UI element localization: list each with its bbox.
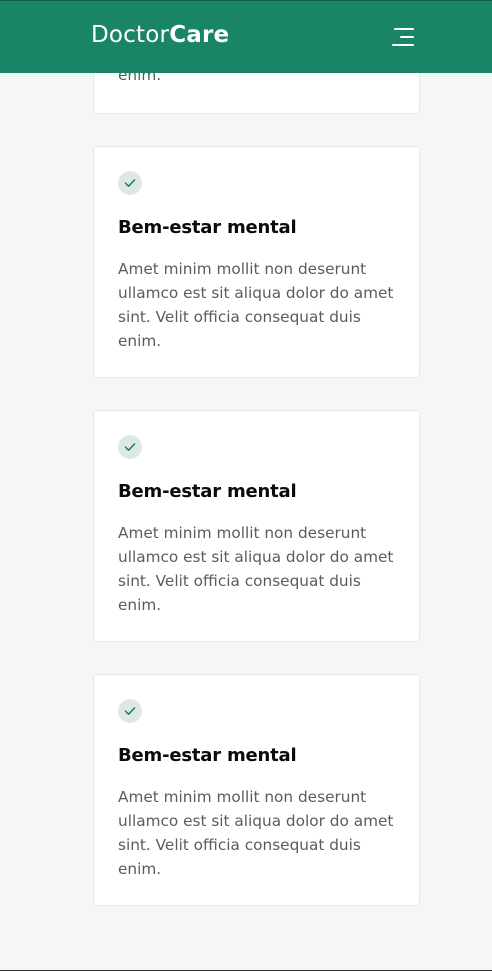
benefit-card: Bem-estar mental Amet minim mollit non d… [93, 146, 420, 378]
menu-line [392, 44, 414, 46]
site-header: DoctorCare [0, 0, 492, 73]
hamburger-menu-icon[interactable] [388, 24, 418, 50]
card-title: Bem-estar mental [118, 481, 297, 502]
menu-line [400, 36, 414, 38]
logo-text-light: Doctor [91, 22, 170, 48]
check-icon [118, 699, 142, 723]
card-text: Amet minim mollit non deserunt ullamco e… [118, 524, 394, 614]
card-text: Amet minim mollit non deserunt ullamco e… [118, 788, 394, 878]
card-text: Amet minim mollit non deserunt ullamco e… [118, 260, 394, 350]
card-title: Bem-estar mental [118, 217, 297, 238]
benefit-card: Bem-estar mental Amet minim mollit non d… [93, 674, 420, 906]
logo[interactable]: DoctorCare [91, 21, 229, 49]
check-icon [118, 435, 142, 459]
logo-text-bold: Care [169, 22, 230, 48]
check-icon [118, 171, 142, 195]
card-title: Bem-estar mental [118, 745, 297, 766]
benefit-card: Bem-estar mental Amet minim mollit non d… [93, 410, 420, 642]
menu-line [394, 28, 414, 30]
